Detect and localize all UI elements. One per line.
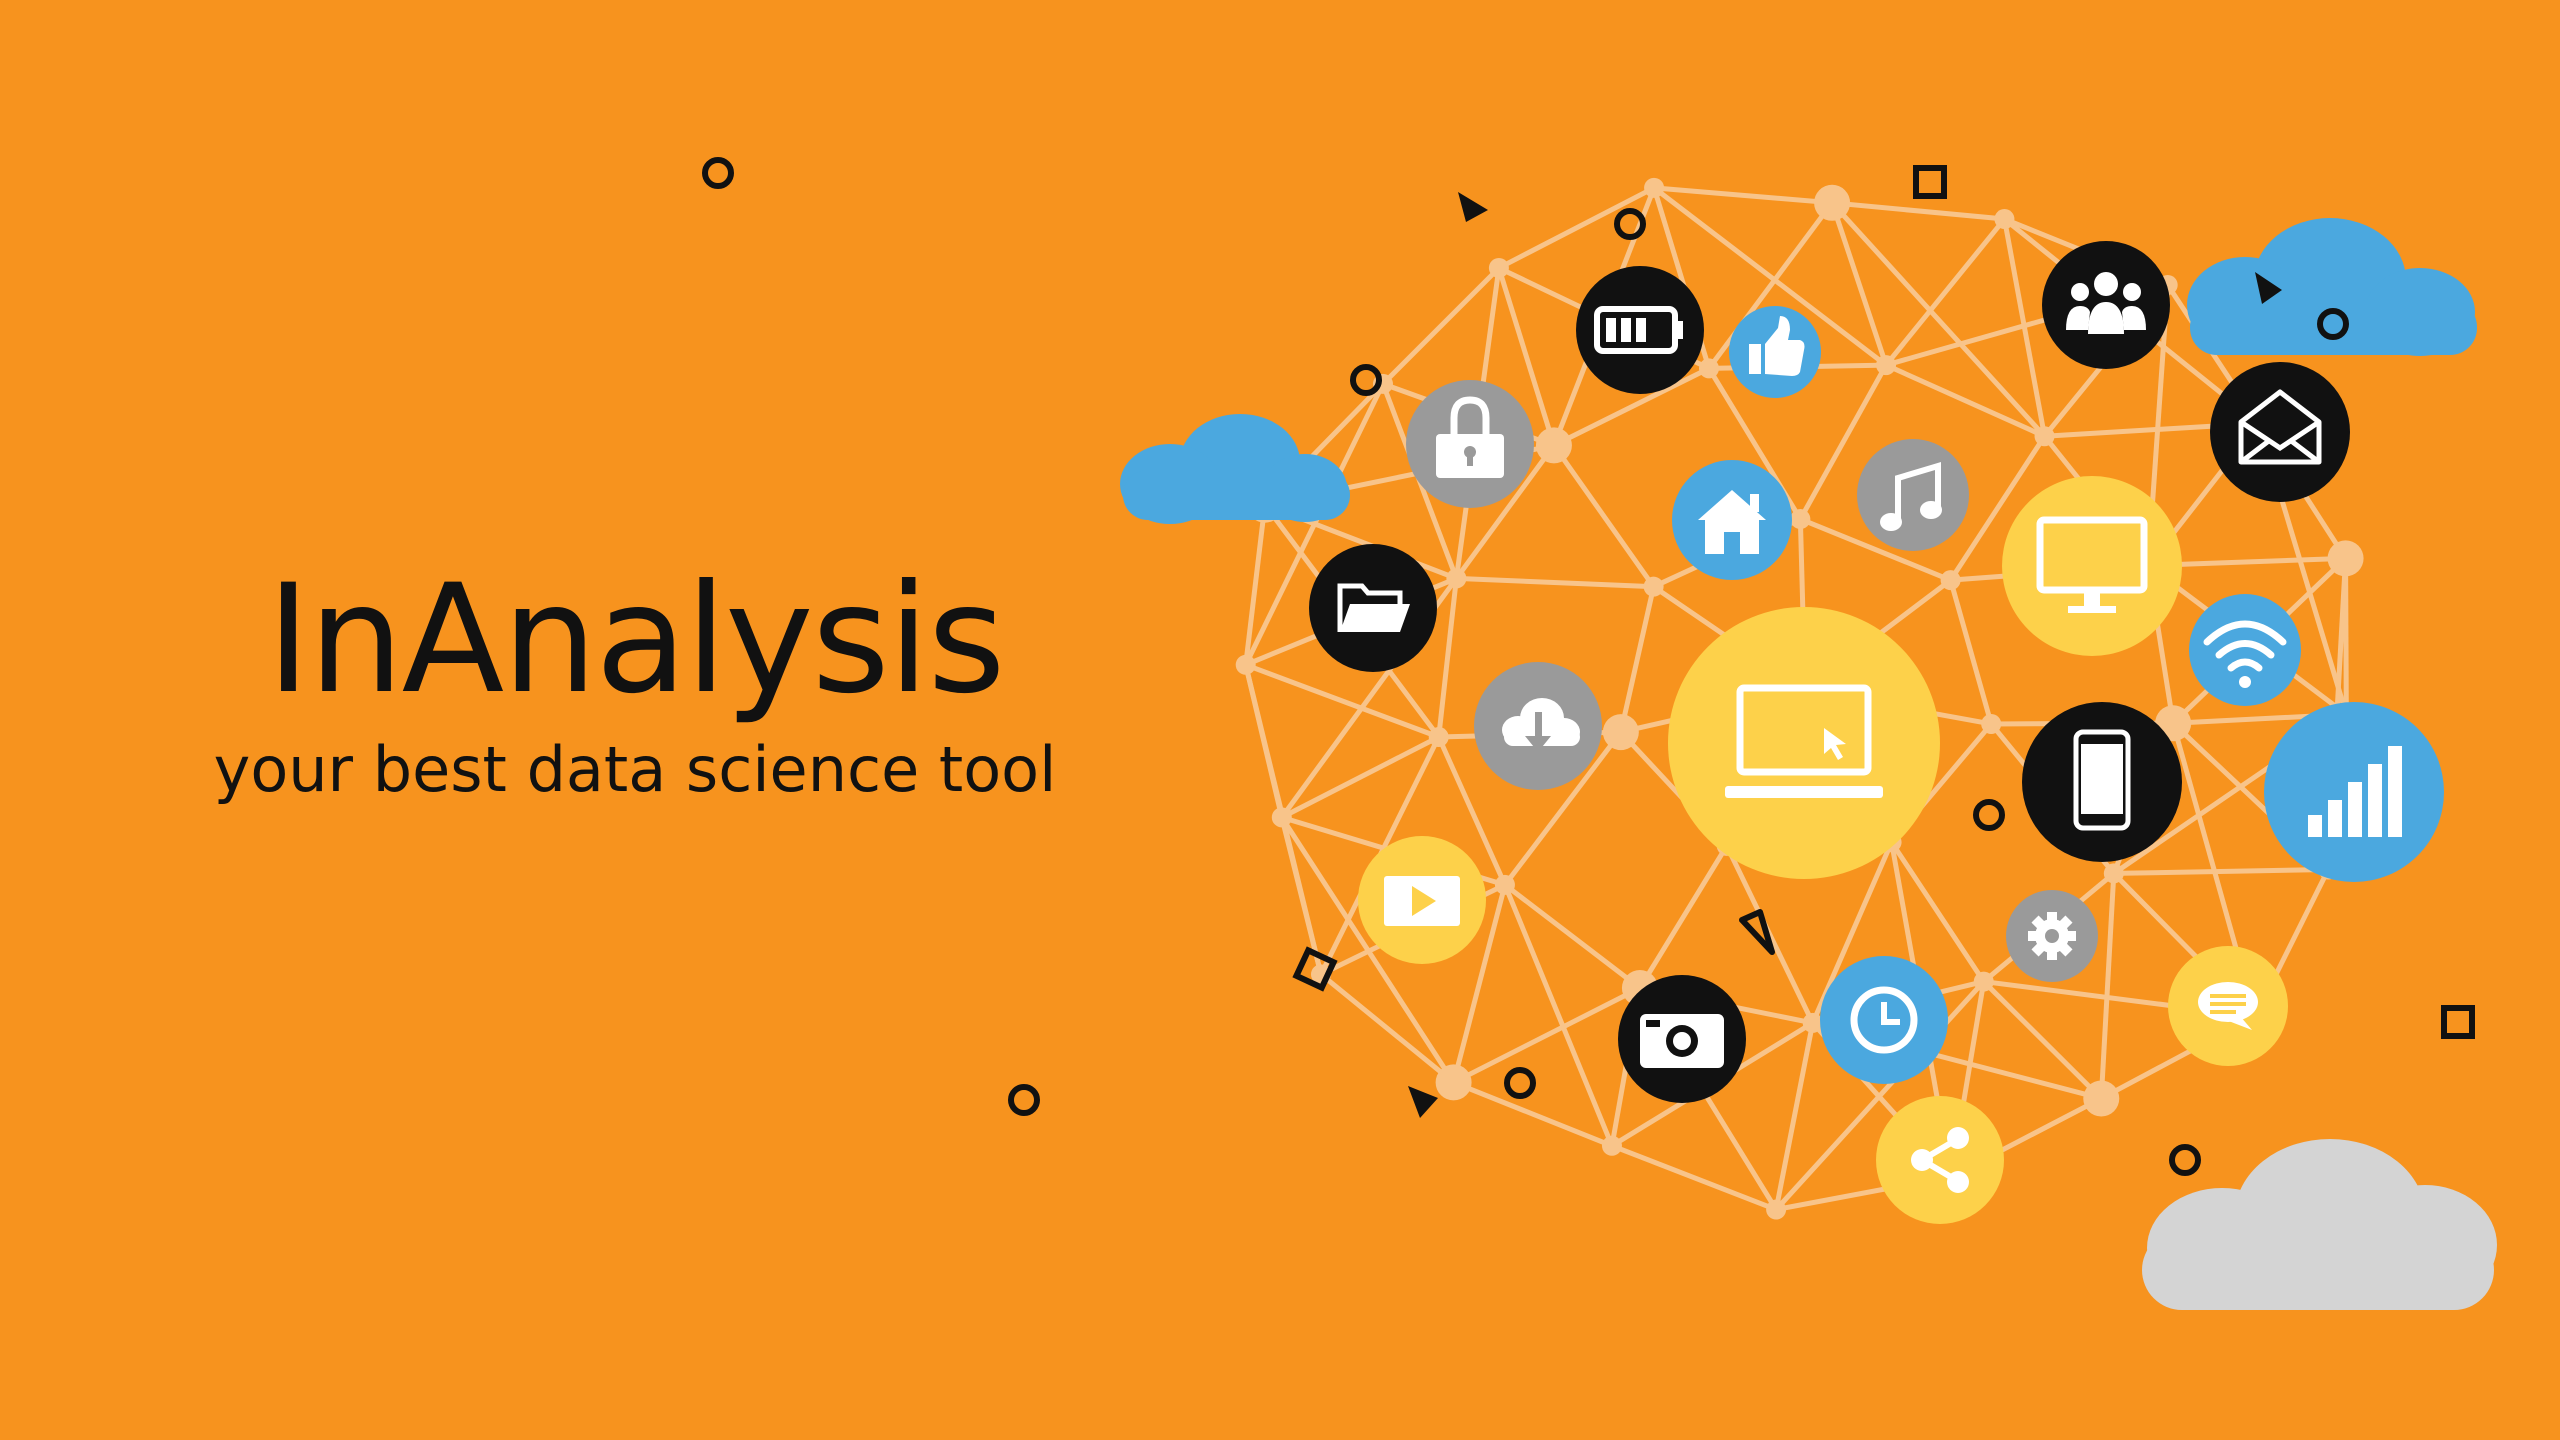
network-node: [1602, 714, 1639, 751]
decor-square: [2441, 1005, 2475, 1039]
network-edge: [1551, 443, 1656, 589]
share-icon: [1876, 1096, 2004, 1224]
network-node: [2083, 1080, 2120, 1117]
battery-icon: [1576, 266, 1704, 394]
network-node: [1790, 509, 1811, 530]
network-node: [1940, 570, 1961, 591]
signal-bars-icon: [2264, 702, 2444, 882]
home-icon: [1672, 460, 1792, 580]
network-node: [1271, 807, 1292, 828]
network-edge: [1884, 217, 2007, 367]
cloud-download-icon: [1474, 662, 1602, 790]
app-title: InAnalysis: [266, 553, 1005, 727]
envelope-icon: [2210, 362, 2350, 502]
monitor-icon: [2002, 476, 2182, 656]
decor-ring: [1973, 799, 2005, 831]
network-node: [1973, 971, 1994, 992]
network-edge: [2098, 873, 2117, 1099]
network-edge: [1885, 362, 2046, 439]
title-block: InAnalysis your best data science tool: [0, 560, 1270, 810]
network-node: [1814, 184, 1851, 221]
network-node: [1428, 727, 1449, 748]
cloud-blue-left: [1120, 414, 1350, 524]
network-node: [1876, 355, 1897, 376]
decor-ring: [1008, 1084, 1040, 1116]
network-node: [1766, 1199, 1787, 1220]
network-edge: [1653, 185, 1833, 206]
decor-ring: [2169, 1144, 2201, 1176]
network-node: [1488, 257, 1509, 278]
network-edge: [1319, 972, 1456, 1085]
network-node: [1698, 358, 1719, 379]
network-node: [1601, 1135, 1622, 1156]
network-edge: [1831, 200, 2005, 222]
folder-icon: [1309, 544, 1437, 672]
network-node: [1802, 1012, 1823, 1033]
decor-ring: [702, 157, 734, 189]
network-node: [2327, 540, 2364, 577]
network-node: [1644, 177, 1665, 198]
network-edge: [1618, 586, 1657, 733]
chat-icon: [2168, 946, 2288, 1066]
smartphone-icon: [2022, 702, 2182, 862]
network-edge: [1381, 266, 1501, 386]
decor-triangle: [1408, 1086, 1438, 1118]
network-node: [1643, 576, 1664, 597]
decor-square: [1913, 165, 1947, 199]
network-node: [1535, 427, 1572, 464]
users-icon: [2042, 241, 2170, 369]
network-node: [1981, 713, 2002, 734]
network-node: [2034, 426, 2055, 447]
decor-triangle: [1458, 192, 1488, 222]
music-icon: [1857, 439, 1969, 551]
lock-icon: [1406, 380, 1534, 508]
network-node: [1994, 209, 2015, 230]
laptop-icon: [1668, 607, 1940, 879]
network-edge: [1456, 575, 1654, 590]
play-icon: [1358, 836, 1486, 964]
network-edge: [1452, 985, 1642, 1085]
network-edge: [2113, 867, 2329, 876]
network-node: [1435, 1064, 1472, 1101]
camera-icon: [1618, 975, 1746, 1103]
network-edge: [1280, 734, 1440, 820]
network-edge: [1773, 1022, 1816, 1211]
app-tagline: your best data science tool: [213, 733, 1057, 806]
network-node: [2103, 863, 2124, 884]
clock-icon: [1820, 956, 1948, 1084]
gear-icon: [2006, 890, 2098, 982]
network-edge: [1829, 202, 1889, 366]
network-edge: [1611, 1143, 1778, 1212]
network-edge: [1497, 185, 1656, 271]
decor-triangle: [1739, 909, 1775, 955]
decor-ring: [1504, 1067, 1536, 1099]
network-edge: [1637, 844, 1729, 990]
network-node: [1446, 568, 1467, 589]
thumbs-up-icon: [1729, 306, 1821, 398]
network-node: [1494, 874, 1515, 895]
network-edge: [1948, 579, 1994, 725]
wifi-icon: [2189, 594, 2301, 706]
